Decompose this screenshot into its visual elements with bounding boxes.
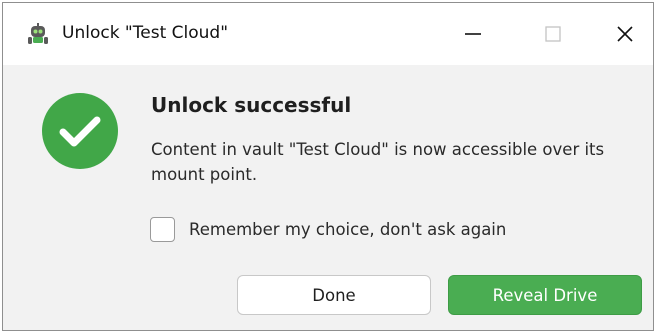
status-headline: Unlock successful bbox=[151, 93, 352, 117]
window-title: Unlock "Test Cloud" bbox=[62, 23, 229, 43]
remember-choice-option[interactable]: Remember my choice, don't ask again bbox=[150, 217, 506, 242]
remember-choice-checkbox[interactable] bbox=[150, 217, 175, 242]
close-button[interactable] bbox=[600, 3, 650, 65]
minimize-button[interactable] bbox=[448, 3, 498, 65]
done-button[interactable]: Done bbox=[237, 275, 431, 315]
reveal-drive-button[interactable]: Reveal Drive bbox=[448, 275, 642, 315]
maximize-icon bbox=[545, 26, 561, 42]
minimize-icon bbox=[465, 33, 481, 35]
remember-choice-label: Remember my choice, don't ask again bbox=[189, 220, 507, 239]
status-message: Content in vault "Test Cloud" is now acc… bbox=[151, 140, 605, 184]
unlock-dialog: Unlock "Test Cloud" Unlock successful Co… bbox=[2, 2, 654, 331]
maximize-button[interactable] bbox=[528, 3, 578, 65]
title-bar[interactable]: Unlock "Test Cloud" bbox=[3, 3, 653, 65]
cryptomator-robot-icon bbox=[28, 23, 48, 44]
check-circle-icon bbox=[42, 93, 118, 169]
close-icon bbox=[617, 26, 633, 42]
